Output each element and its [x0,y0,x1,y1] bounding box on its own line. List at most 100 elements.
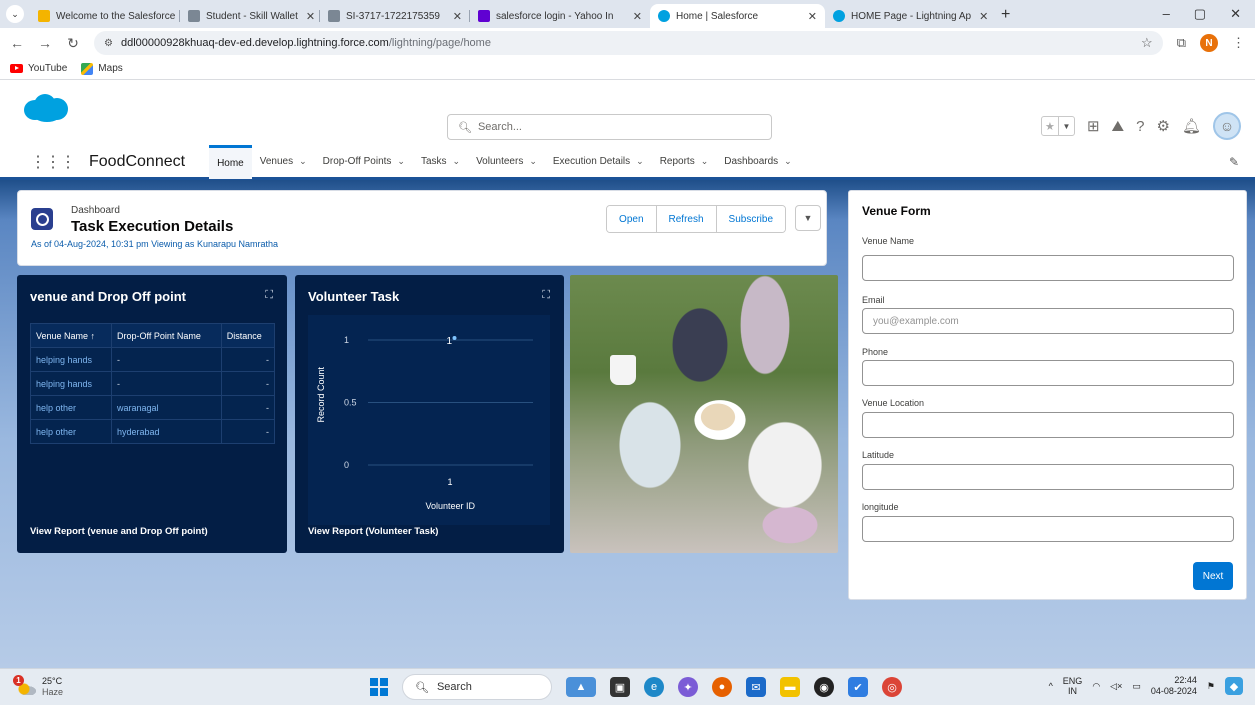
chevron-down-icon[interactable]: ⌄ [784,156,792,167]
todo-check-icon[interactable]: ✔ [848,677,868,697]
task-view-icon[interactable]: ▣ [610,677,630,697]
dropoff-name-link[interactable]: hyderabad [111,419,222,444]
bookmark-star-icon[interactable]: ☆ [1141,35,1153,51]
close-icon[interactable]: ✕ [971,10,988,23]
chevron-down-icon[interactable]: ⌄ [299,156,307,167]
expand-icon[interactable]: ⛶ [265,289,273,302]
browser-tab[interactable]: Welcome to the Salesforce ✕ [30,4,180,28]
extensions-icon[interactable]: ⧉ [1177,35,1186,51]
chevron-up-icon[interactable]: ^ [1049,681,1053,691]
column-header[interactable]: Distance [220,323,276,348]
favorites-button[interactable]: ★ ▼ [1040,116,1075,136]
refresh-button[interactable]: Refresh [655,206,716,232]
weather-widget[interactable]: 1 25°C Haze [13,675,63,698]
close-window-icon[interactable]: ✕ [1230,6,1241,22]
mail-icon[interactable]: ✉ [746,677,766,697]
close-icon[interactable]: ✕ [625,10,642,23]
notification-icon[interactable]: ⚑ [1207,681,1215,692]
new-tab-button[interactable]: + [1001,6,1010,24]
view-report-link[interactable]: View Report (venue and Drop Off point) [30,526,208,537]
next-button[interactable]: Next [1193,562,1233,590]
nav-tab-tasks[interactable]: Tasks ⌄ [413,145,468,179]
global-actions-icon[interactable]: ⊞ [1087,117,1100,135]
venue-name-link[interactable]: helping hands [29,371,113,396]
dropoff-name-link[interactable]: waranagal [111,395,222,420]
venue-name-field[interactable] [862,255,1234,281]
global-search-input[interactable]: 🔍︎ Search... [447,114,772,140]
view-report-link[interactable]: View Report (Volunteer Task) [308,526,438,537]
app-launcher-icon[interactable]: ⋮⋮⋮ [30,152,76,172]
open-button[interactable]: Open [607,206,656,232]
nav-tab-dashboards[interactable]: Dashboards ⌄ [716,145,799,179]
dell-icon[interactable]: ◉ [814,677,834,697]
nav-tab-reports[interactable]: Reports ⌄ [652,145,717,179]
close-icon[interactable]: ✕ [800,10,817,23]
tab-search-icon[interactable]: ⌄ [6,5,24,23]
more-menu-icon[interactable]: ⋮ [1232,35,1245,51]
edge-icon[interactable]: e [644,677,664,697]
user-avatar[interactable]: ☺ [1213,112,1241,140]
chevron-down-icon[interactable]: ⌄ [529,156,537,167]
language-indicator[interactable]: ENG IN [1063,676,1083,696]
restore-icon[interactable]: ▢ [1194,6,1206,22]
close-icon[interactable]: ✕ [445,10,462,23]
browser-tab-active[interactable]: Home | Salesforce ✕ [650,4,825,28]
widgets-icon[interactable]: ▲ [566,677,596,697]
taskbar-search[interactable]: 🔍︎ Search [402,674,552,700]
back-icon[interactable]: ← [10,35,24,51]
bookmark-maps[interactable]: Maps [81,62,123,75]
reload-icon[interactable]: ↻ [66,35,80,52]
windows-start-icon[interactable] [370,678,388,696]
phone-field[interactable] [862,360,1234,386]
chrome-icon[interactable]: ◎ [882,677,902,697]
browser-tab[interactable]: SI-3717-1722175359 ✕ [320,4,470,28]
file-explorer-icon[interactable]: ▬ [780,677,800,697]
column-header[interactable]: Venue Name ↑ [29,323,113,348]
venue-location-field[interactable] [862,412,1234,438]
close-icon[interactable]: ✕ [298,10,315,23]
bookmark-youtube[interactable]: YouTube [10,63,67,74]
venue-name-link[interactable]: helping hands [29,347,113,372]
venue-name-link[interactable]: help other [29,395,113,420]
notifications-bell-icon[interactable]: 🔔︎ [1182,117,1201,135]
browser-tab[interactable]: salesforce login - Yahoo In ✕ [470,4,650,28]
weather-haze-icon: 1 [13,675,36,695]
edit-nav-pencil-icon[interactable]: ✎ [1229,155,1239,169]
forward-icon[interactable]: → [38,35,52,51]
help-icon[interactable]: ? [1136,118,1144,135]
nav-tab-volunteers[interactable]: Volunteers ⌄ [468,145,545,179]
latitude-field[interactable] [862,464,1234,490]
subscribe-button[interactable]: Subscribe [715,206,785,232]
trailhead-icon[interactable]: ⛰ [1112,118,1125,135]
expand-icon[interactable]: ⛶ [542,289,550,302]
wifi-icon[interactable]: ◠ [1092,681,1100,692]
copilot-icon[interactable]: ✦ [678,677,698,697]
profile-avatar[interactable]: N [1200,34,1218,52]
more-actions-button[interactable]: ▼ [795,205,821,231]
volume-icon[interactable]: ◁× [1110,681,1122,692]
chevron-down-icon[interactable]: ⌄ [397,156,405,167]
browser-tab[interactable]: HOME Page - Lightning Ap ✕ [825,4,995,28]
site-info-icon[interactable]: ⚙ [104,38,113,49]
taskbar-app-icon[interactable]: ◆ [1225,677,1243,695]
minimize-icon[interactable]: – [1163,6,1170,22]
chevron-down-icon[interactable]: ⌄ [453,156,461,167]
firefox-icon[interactable]: ● [712,677,732,697]
clock[interactable]: 22:44 04-08-2024 [1151,675,1197,697]
browser-tab[interactable]: Student - Skill Wallet ✕ [180,4,320,28]
longitude-field[interactable] [862,516,1234,542]
nav-tab-execution-details[interactable]: Execution Details ⌄ [545,145,652,179]
nav-tab-venues[interactable]: Venues ⌄ [252,145,315,179]
column-header[interactable]: Drop-Off Point Name [111,323,222,348]
nav-tab-drop-off-points[interactable]: Drop-Off Points ⌄ [315,145,413,179]
url-input[interactable]: ⚙ ddl00000928khuaq-dev-ed.develop.lightn… [94,31,1163,55]
chevron-down-icon[interactable]: ⌄ [701,156,709,167]
chevron-down-icon[interactable]: ⌄ [636,156,644,167]
battery-icon[interactable]: ▭ [1132,681,1141,692]
chart-area: 0 0.5 1 1 Volunteer ID Record Count 1 [308,315,550,525]
nav-tab-home[interactable]: Home [209,144,252,179]
setup-gear-icon[interactable]: ⚙ [1157,117,1170,135]
salesforce-logo[interactable] [22,92,70,124]
venue-name-link[interactable]: help other [29,419,113,444]
email-field[interactable] [862,308,1234,334]
